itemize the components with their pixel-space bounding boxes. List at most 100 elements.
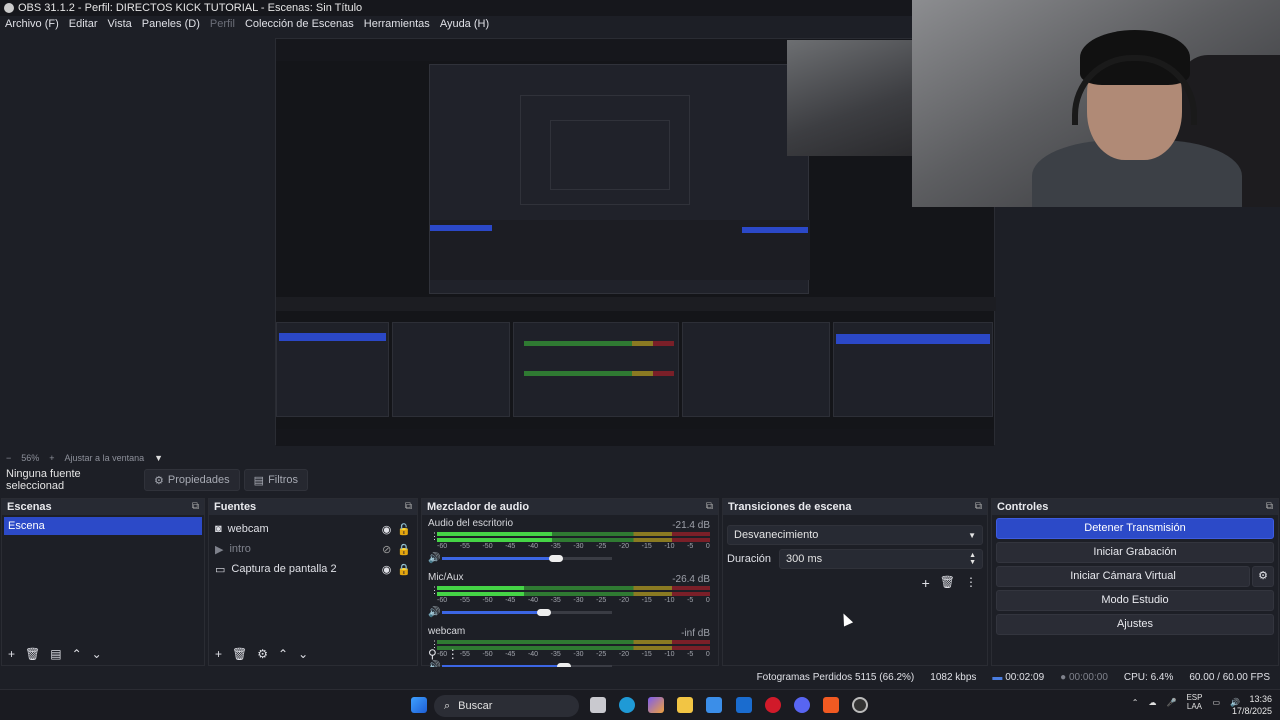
eye-icon[interactable]: ◉ [382, 523, 392, 536]
windows-start-icon[interactable] [411, 697, 427, 713]
source-item-webcam[interactable]: ◙ webcam ◉ 🔓 [209, 519, 417, 539]
channel-name: webcam [428, 626, 466, 637]
menu-editar[interactable]: Editar [69, 16, 98, 33]
add-icon[interactable]: + [8, 647, 15, 661]
mixer-title: Mezclador de audio [427, 501, 530, 513]
filters-label: Filtros [268, 474, 299, 486]
settings-button[interactable]: Ajustes [996, 614, 1274, 635]
taskbar-search[interactable]: ⌕ Buscar [434, 695, 579, 717]
filter-icon[interactable]: ▤ [50, 647, 61, 661]
undock-icon[interactable]: ⧉ [975, 499, 982, 515]
source-item-captura[interactable]: ▭ Captura de pantalla 2 ◉ 🔒 [209, 559, 417, 579]
chevron-down-icon[interactable]: ⌄ [92, 647, 102, 661]
opera-icon[interactable] [765, 697, 781, 713]
undock-icon[interactable]: ⧉ [1266, 499, 1273, 515]
source-item-intro[interactable]: ▶ intro ⊘ 🔒 [209, 539, 417, 559]
chevron-down-icon[interactable]: ⌄ [298, 647, 308, 661]
fit-window-button[interactable]: Ajustar a la ventana [65, 453, 145, 463]
studio-mode-button[interactable]: Modo Estudio [996, 590, 1274, 611]
volume-knob[interactable] [548, 555, 563, 562]
lang-indicator[interactable]: ESP LAA [1186, 693, 1202, 711]
chevron-up-icon[interactable]: ⌃ [278, 647, 288, 661]
menu-paneles[interactable]: Paneles (D) [142, 16, 200, 33]
clock[interactable]: 13:36 17/8/2025 [1232, 693, 1272, 717]
eye-hidden-icon[interactable]: ⊘ [382, 543, 391, 556]
tick-label: -40 [527, 597, 539, 604]
more-icon[interactable]: ⋮ [447, 647, 459, 661]
brave-icon[interactable] [823, 697, 839, 713]
record-time: ● 00:00:00 [1060, 671, 1108, 683]
scenes-title: Escenas [7, 501, 52, 513]
menu-coleccion-escenas[interactable]: Colección de Escenas [245, 16, 354, 33]
tick-label: -30 [573, 543, 584, 550]
more-icon[interactable]: ⋮ [965, 575, 977, 591]
tick-label: -25 [596, 543, 607, 550]
volume-knob[interactable] [536, 609, 551, 616]
menu-perfil[interactable]: Perfil [210, 16, 235, 33]
unlock-icon[interactable]: 🔓 [397, 523, 411, 536]
menu-archivo[interactable]: Archivo (F) [5, 16, 59, 33]
cloud-icon[interactable]: ☁ [1148, 698, 1156, 707]
chevron-down-icon[interactable]: ▼ [154, 453, 163, 463]
link-icon[interactable]: ⚲ [428, 647, 437, 661]
mixer-channel: Mic/Aux -26.4 dB ⋮ -60 -55 -50 -45 -40 -35 -30 -25… [422, 572, 718, 624]
transition-select[interactable]: Desvanecimiento ▼ [727, 525, 983, 545]
folder-icon[interactable] [677, 697, 693, 713]
scene-item[interactable]: Escena [4, 517, 202, 535]
lock-icon[interactable]: 🔒 [397, 543, 411, 556]
tick-label: -60 [437, 543, 448, 550]
mic-icon[interactable]: 🎤 [1166, 698, 1176, 707]
menu-ayuda[interactable]: Ayuda (H) [440, 16, 489, 33]
discord-icon[interactable] [794, 697, 810, 713]
stop-stream-button[interactable]: Detener Transmisión [996, 518, 1274, 539]
undock-icon[interactable]: ⧉ [192, 499, 199, 515]
copilot-icon[interactable] [648, 697, 664, 713]
eye-icon[interactable]: ◉ [382, 563, 392, 576]
obs-taskbar-icon[interactable] [852, 697, 868, 713]
tick-label: -55 [459, 543, 470, 550]
gear-icon[interactable]: ⚙ [257, 647, 268, 661]
add-icon[interactable]: + [922, 575, 930, 591]
stepper-icon[interactable]: ▲ ▼ [969, 552, 976, 566]
nested-taskbar [276, 429, 994, 446]
gear-icon[interactable]: ⚙ [1252, 566, 1274, 587]
undock-icon[interactable]: ⧉ [706, 499, 713, 515]
virtual-camera-button[interactable]: Iniciar Cámara Virtual [996, 566, 1250, 587]
nested-controls-dock [833, 322, 993, 417]
properties-label: Propiedades [167, 474, 230, 486]
display-icon[interactable]: ▭ [1212, 698, 1220, 707]
trash-icon[interactable]: 🗑 [940, 575, 955, 591]
dropped-frames: Fotogramas Perdidos 5115 (66.2%) [756, 671, 915, 683]
chevron-up-icon[interactable]: ⌃ [1132, 698, 1139, 707]
speaker-icon[interactable]: 🔊 [428, 607, 440, 618]
duration-field[interactable]: 300 ms ▲ ▼ [779, 549, 983, 569]
speaker-icon[interactable]: 🔊 [428, 553, 440, 564]
menu-vista[interactable]: Vista [108, 16, 132, 33]
menu-herramientas[interactable]: Herramientas [364, 16, 430, 33]
edge-icon[interactable] [619, 697, 635, 713]
add-icon[interactable]: + [215, 647, 222, 661]
filters-button[interactable]: ▤ Filtros [243, 469, 309, 491]
properties-button[interactable]: ⚙ Propiedades [144, 469, 240, 491]
volume-slider[interactable] [442, 611, 541, 614]
undock-icon[interactable]: ⧉ [405, 499, 412, 515]
zoom-out-button[interactable]: − [6, 453, 11, 463]
tick-label: -50 [482, 597, 493, 604]
controls-dock: Controles ⧉ Detener Transmisión Iniciar G… [991, 498, 1279, 666]
camera-icon: ◙ [215, 523, 222, 535]
stream-icon: ▬ [992, 671, 1006, 683]
volume-slider[interactable] [442, 557, 553, 560]
task-view-icon[interactable] [590, 697, 606, 713]
search-icon: ⌕ [444, 699, 451, 712]
outlook-icon[interactable] [736, 697, 752, 713]
scenes-dock: Escenas ⧉ Escena + 🗑 ▤ ⌃ ⌄ [1, 498, 205, 666]
trash-icon[interactable]: 🗑 [232, 647, 247, 661]
lock-icon[interactable]: 🔒 [397, 563, 411, 576]
start-recording-button[interactable]: Iniciar Grabación [996, 542, 1274, 563]
zoom-in-button[interactable]: + [49, 453, 54, 463]
store-icon[interactable] [706, 697, 722, 713]
chevron-up-icon[interactable]: ⌃ [72, 647, 82, 661]
level-meter [437, 592, 710, 596]
nested-transitions-dock [682, 322, 830, 417]
trash-icon[interactable]: 🗑 [25, 647, 40, 661]
